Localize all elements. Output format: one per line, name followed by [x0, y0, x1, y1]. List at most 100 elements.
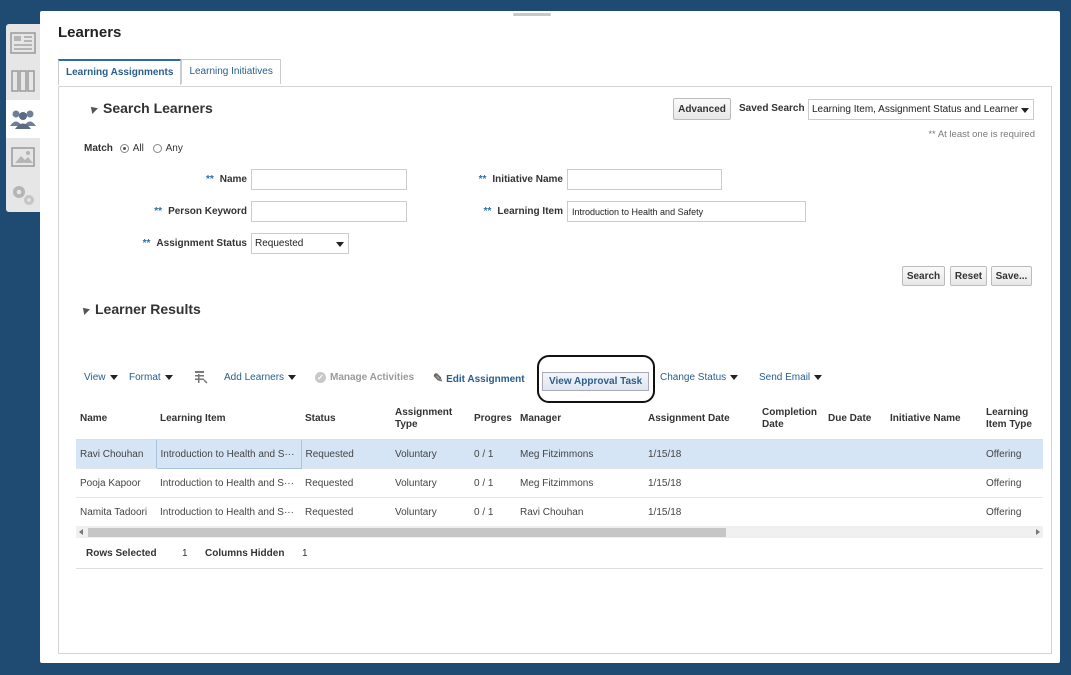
format-menu[interactable]: Format	[129, 367, 173, 389]
match-any-radio[interactable]	[152, 143, 162, 153]
media-icon[interactable]	[6, 138, 40, 176]
chevron-down-icon	[109, 374, 118, 380]
edit-assignment-button[interactable]: ✎ Edit Assignment	[433, 367, 525, 389]
change-status-menu[interactable]: Change Status	[660, 367, 739, 389]
person-keyword-label: ** Person Keyword	[154, 206, 247, 217]
drag-handle[interactable]	[513, 13, 551, 16]
table-cell[interactable]: Introduction to Health and S···	[155, 439, 302, 469]
chevron-down-icon	[288, 374, 297, 380]
reset-button[interactable]: Reset	[950, 266, 987, 286]
table-cell: Offering	[982, 439, 1043, 469]
column-header-due-date[interactable]: Due Date	[824, 399, 886, 440]
column-header-name[interactable]: Name	[76, 399, 156, 440]
column-header-status[interactable]: Status	[301, 399, 391, 440]
rows-selected-count: 1	[182, 548, 188, 559]
assignment-status-select[interactable]: Requested	[251, 233, 349, 254]
advanced-button[interactable]: Advanced	[673, 98, 731, 120]
scrollbar-thumb[interactable]	[88, 528, 726, 537]
save-button[interactable]: Save...	[991, 266, 1032, 286]
chevron-down-icon	[814, 374, 823, 380]
collapse-triangle-icon[interactable]	[88, 104, 98, 115]
table-cell: Meg Fitzimmons	[516, 468, 644, 498]
table-cell: 0 / 1	[470, 468, 516, 498]
initiative-name-input[interactable]	[567, 169, 722, 190]
scroll-right-icon[interactable]	[1036, 529, 1040, 535]
table-cell: 1/15/18	[644, 497, 758, 527]
match-all-label: All	[132, 143, 144, 154]
required-marker: **	[205, 174, 214, 185]
column-header-progress[interactable]: Progres	[470, 399, 516, 440]
table-cell: 0 / 1	[470, 439, 516, 469]
table-cell: Offering	[982, 497, 1043, 527]
content-region: Search Learners Advanced Saved Search Le…	[58, 86, 1052, 654]
table-cell: Voluntary	[391, 439, 470, 469]
name-label: ** Name	[205, 174, 247, 185]
library-icon[interactable]	[6, 62, 40, 100]
required-marker: **	[142, 238, 151, 249]
results-section-title: Learner Results	[95, 301, 201, 317]
match-row: Match All Any	[84, 143, 183, 154]
add-learners-menu[interactable]: Add Learners	[224, 367, 297, 389]
table-cell: Ravi Chouhan	[76, 439, 156, 469]
table-cell: Namita Tadoori	[76, 497, 156, 527]
required-marker: **	[478, 174, 487, 185]
table-cell: Meg Fitzimmons	[516, 439, 644, 469]
match-any-label: Any	[165, 143, 183, 154]
tab-learning-assignments[interactable]: Learning Assignments	[58, 59, 182, 85]
saved-search-select[interactable]: Learning Item, Assignment Status and Lea…	[808, 99, 1034, 120]
left-navigation-rail	[6, 24, 40, 212]
table-cell: Requested	[301, 439, 391, 469]
assignment-status-label: ** Assignment Status	[142, 238, 247, 249]
view-menu[interactable]: View	[84, 367, 118, 389]
table-cell	[824, 439, 886, 469]
name-input[interactable]	[251, 169, 407, 190]
column-header-assignment-date[interactable]: Assignment Date	[644, 399, 758, 440]
chevron-down-icon	[1021, 108, 1029, 113]
table-cell	[886, 468, 982, 498]
initiative-name-label: ** Initiative Name	[478, 174, 563, 185]
learners-icon[interactable]	[6, 100, 40, 138]
search-section-title: Search Learners	[103, 100, 213, 116]
tab-bar: Learning Assignments Learning Initiative…	[58, 59, 281, 85]
dashboard-icon[interactable]	[6, 24, 40, 62]
page-title: Learners	[58, 24, 122, 41]
person-keyword-input[interactable]	[251, 201, 407, 222]
manage-activities-button[interactable]: ✓ Manage Activities	[315, 367, 414, 389]
table-row[interactable]: Namita Tadoori Introduction to Health an…	[76, 497, 1043, 527]
tab-learning-initiatives[interactable]: Learning Initiatives	[181, 59, 281, 84]
check-circle-icon: ✓	[315, 371, 326, 383]
required-marker: **	[483, 206, 492, 217]
column-header-manager[interactable]: Manager	[516, 399, 644, 440]
settings-icon[interactable]	[6, 176, 40, 214]
column-header-completion-date[interactable]: Completion Date	[758, 399, 824, 440]
results-section-header[interactable]: Learner Results	[80, 301, 201, 317]
column-header-learning-item-type[interactable]: Learning Item Type	[982, 399, 1043, 440]
scroll-left-icon[interactable]	[79, 529, 83, 535]
table-cell	[758, 468, 824, 498]
horizontal-scrollbar[interactable]	[76, 526, 1043, 538]
detach-table-icon[interactable]	[194, 367, 208, 389]
table-row[interactable]: Pooja Kapoor Introduction to Health and …	[76, 468, 1043, 498]
table-cell: Voluntary	[391, 468, 470, 498]
table-cell	[758, 439, 824, 469]
search-section-header[interactable]: Search Learners	[88, 100, 213, 116]
table-cell	[886, 439, 982, 469]
column-header-learning-item[interactable]: Learning Item	[156, 399, 301, 440]
table-cell: Requested	[301, 497, 391, 527]
table-cell	[758, 497, 824, 527]
results-table: Name Learning Item Status Assignment Typ…	[76, 399, 1043, 527]
column-header-initiative-name[interactable]: Initiative Name	[886, 399, 982, 440]
saved-search-value: Learning Item, Assignment Status and Lea…	[812, 104, 1019, 115]
collapse-triangle-icon[interactable]	[80, 305, 90, 316]
search-button[interactable]: Search	[902, 266, 945, 286]
match-all-radio[interactable]	[119, 143, 129, 153]
table-row[interactable]: Ravi Chouhan Introduction to Health and …	[76, 439, 1043, 469]
column-header-assignment-type[interactable]: Assignment Type	[391, 399, 470, 440]
view-approval-task-button[interactable]: View Approval Task	[542, 372, 650, 391]
table-cell: Introduction to Health and S···	[156, 497, 301, 527]
send-email-menu[interactable]: Send Email	[759, 367, 823, 389]
table-cell	[824, 497, 886, 527]
learning-item-input[interactable]: Introduction to Health and Safety	[567, 201, 806, 222]
table-cell: Voluntary	[391, 497, 470, 527]
table-cell: 1/15/18	[644, 468, 758, 498]
